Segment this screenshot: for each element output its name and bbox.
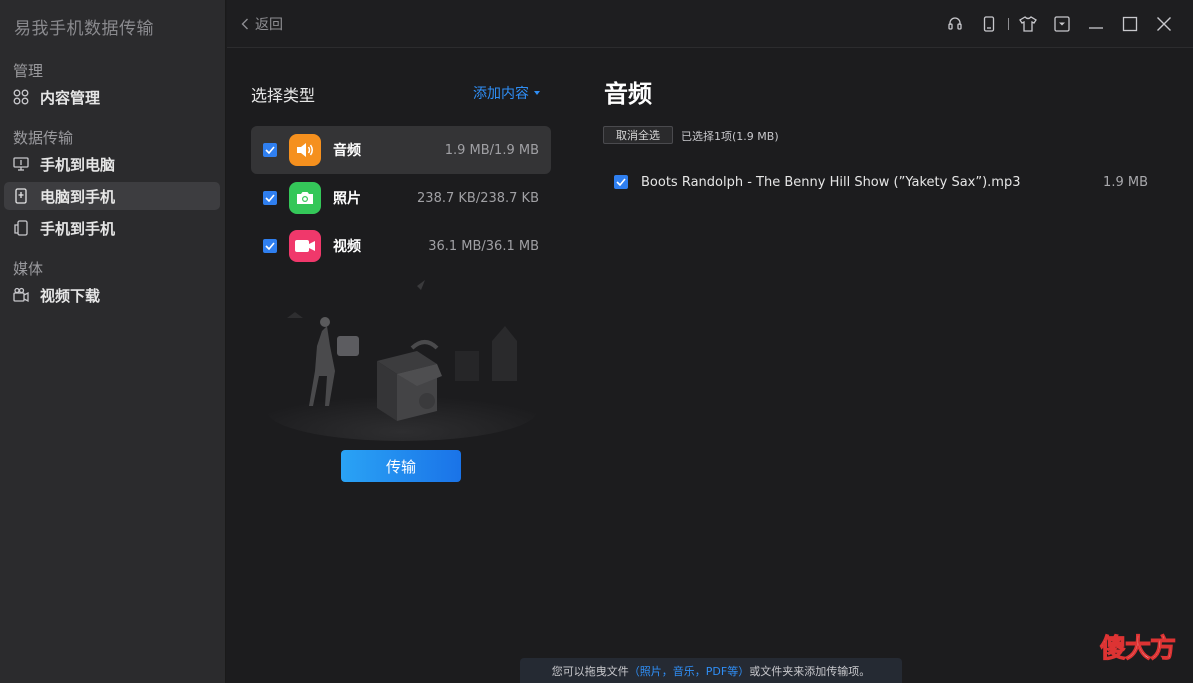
support-icon[interactable] <box>938 12 972 36</box>
type-size: 238.7 KB/238.7 KB <box>417 190 539 206</box>
skin-icon[interactable] <box>1011 12 1045 36</box>
sidebar-item-label: 内容管理 <box>40 88 101 107</box>
phone-icon <box>12 187 30 205</box>
file-panel: 音频 取消全选 已选择1项(1.9 MB) Boots Randolph - T… <box>578 48 1193 683</box>
page-title: 音频 <box>604 80 652 108</box>
sidebar-item-phone-to-phone[interactable]: 手机到手机 <box>4 214 220 242</box>
hint-suffix: 或文件夹来添加传输项。 <box>749 664 871 678</box>
video-download-icon <box>12 286 30 304</box>
selection-count: 已选择1项(1.9 MB) <box>681 130 779 143</box>
deselect-all-button[interactable]: 取消全选 <box>603 126 673 144</box>
separator <box>1008 18 1009 30</box>
sidebar-item-pc-to-phone[interactable]: 电脑到手机 <box>4 182 220 210</box>
audio-icon <box>289 134 321 166</box>
type-name: 照片 <box>333 191 361 207</box>
monitor-icon <box>12 155 30 173</box>
video-icon <box>289 230 321 262</box>
checkbox[interactable] <box>263 191 277 205</box>
back-button[interactable]: 返回 <box>241 14 283 34</box>
maximize-icon[interactable] <box>1113 12 1147 36</box>
type-name: 视频 <box>333 239 361 255</box>
type-size: 36.1 MB/36.1 MB <box>428 238 539 254</box>
type-row-video[interactable]: 视频 36.1 MB/36.1 MB <box>251 222 551 270</box>
watermark: 傻大方 <box>1099 634 1176 665</box>
close-icon[interactable] <box>1147 12 1181 36</box>
type-row-photo[interactable]: 照片 238.7 KB/238.7 KB <box>251 174 551 222</box>
type-row-audio[interactable]: 音频 1.9 MB/1.9 MB <box>251 126 551 174</box>
caret-down-icon <box>534 91 540 95</box>
app-title: 易我手机数据传输 <box>14 19 154 39</box>
window-controls <box>938 12 1181 36</box>
sidebar-item-label: 电脑到手机 <box>40 187 116 206</box>
camera-icon <box>289 182 321 214</box>
phones-icon <box>12 219 30 237</box>
sidebar: 易我手机数据传输 管理 内容管理 数据传输 手机到电脑 电脑到手机 手机到手机 … <box>0 0 226 683</box>
checkbox[interactable] <box>263 143 277 157</box>
drag-drop-hint: 您可以拖曳文件 （照片，音乐，PDF等） 或文件夹来添加传输项。 <box>520 658 902 683</box>
hint-highlight: （照片，音乐，PDF等） <box>628 664 750 678</box>
section-label-transfer: 数据传输 <box>13 129 74 147</box>
add-content-button[interactable]: 添加内容 <box>473 83 540 103</box>
sidebar-item-label: 视频下载 <box>40 286 101 305</box>
top-bar: 返回 <box>227 0 1193 48</box>
back-label: 返回 <box>255 17 283 33</box>
device-icon[interactable] <box>972 12 1006 36</box>
sidebar-item-phone-to-pc[interactable]: 手机到电脑 <box>4 150 220 178</box>
sidebar-item-content-manage[interactable]: 内容管理 <box>4 83 220 111</box>
file-name: Boots Randolph - The Benny Hill Show (”Y… <box>641 174 1021 190</box>
select-type-label: 选择类型 <box>251 86 316 105</box>
add-content-label: 添加内容 <box>473 86 529 102</box>
checkbox[interactable] <box>614 175 628 189</box>
minimize-icon[interactable] <box>1079 12 1113 36</box>
transfer-button[interactable]: 传输 <box>341 450 461 482</box>
sidebar-item-video-download[interactable]: 视频下载 <box>4 281 220 309</box>
dropdown-menu-icon[interactable] <box>1045 12 1079 36</box>
section-label-media: 媒体 <box>13 260 44 278</box>
type-name: 音频 <box>333 143 361 159</box>
checkbox[interactable] <box>263 239 277 253</box>
hint-prefix: 您可以拖曳文件 <box>551 664 629 678</box>
chevron-left-icon <box>241 18 248 30</box>
sidebar-item-label: 手机到电脑 <box>40 155 116 174</box>
file-row[interactable]: Boots Randolph - The Benny Hill Show (”Y… <box>614 172 1154 192</box>
file-size: 1.9 MB <box>1103 174 1148 190</box>
type-size: 1.9 MB/1.9 MB <box>444 142 539 158</box>
section-label-manage: 管理 <box>13 62 44 80</box>
grid-icon <box>12 88 30 106</box>
sidebar-item-label: 手机到手机 <box>40 219 116 238</box>
type-panel: 选择类型 添加内容 音频 1.9 MB/1.9 MB 照片 238.7 KB/2… <box>227 48 567 683</box>
transfer-illustration <box>267 276 537 441</box>
